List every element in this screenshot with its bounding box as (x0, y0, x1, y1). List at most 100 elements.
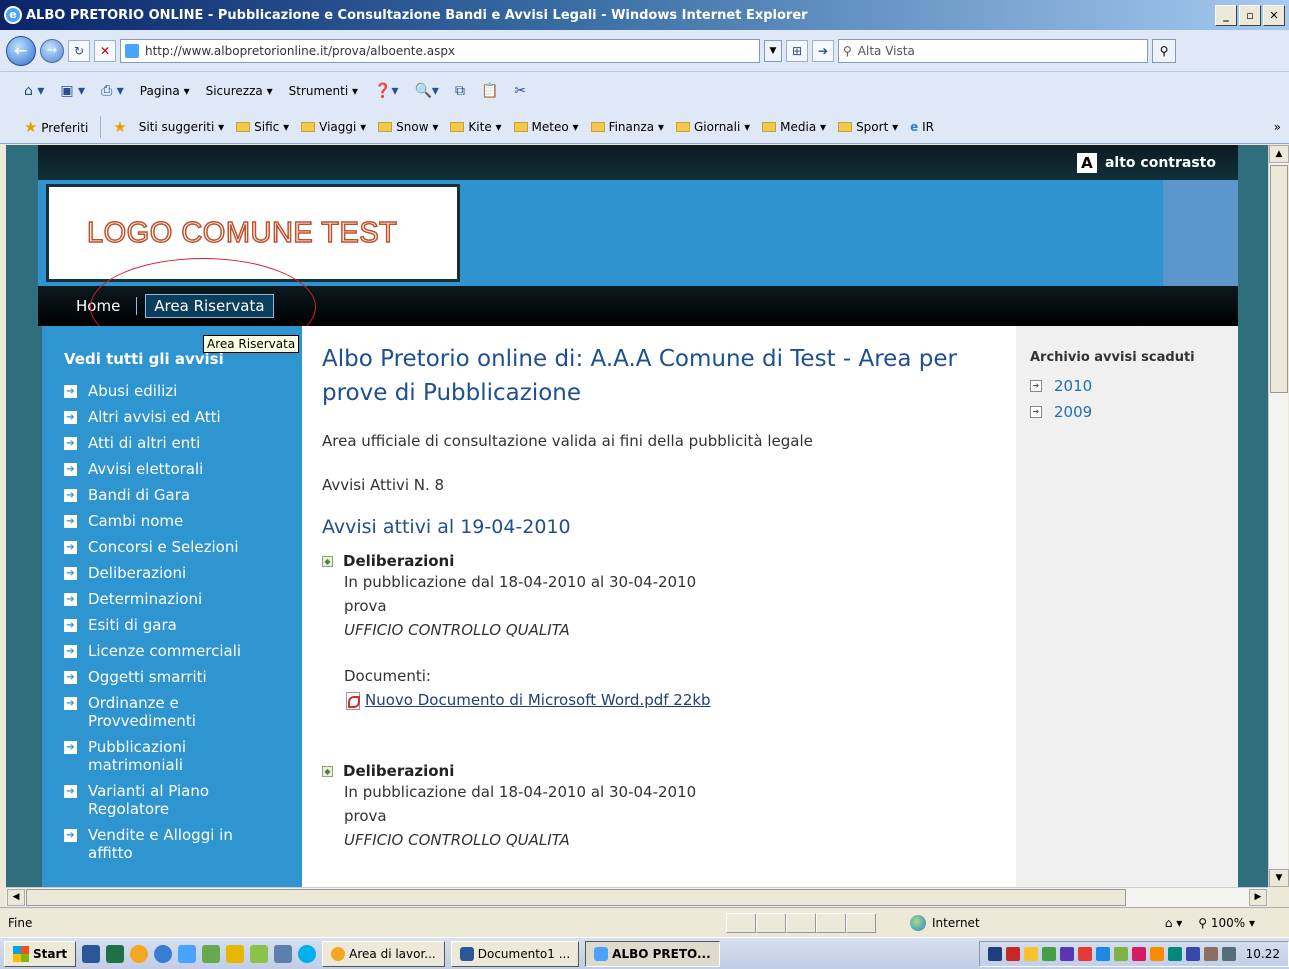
fav-folder-sific[interactable]: Sific ▾ (236, 120, 289, 134)
sidebar-item-avvisi-elettorali[interactable]: ➔ Avvisi elettorali (64, 460, 302, 478)
task-albo-pretorio[interactable]: ALBO PRETO... (585, 940, 720, 967)
fav-folder-giornali[interactable]: Giornali ▾ (676, 120, 750, 134)
scroll-up-button[interactable]: ▲ (1269, 145, 1289, 163)
tray-icon[interactable] (1167, 946, 1182, 961)
close-button[interactable]: ✕ (1263, 4, 1285, 26)
task-area-di-lavoro[interactable]: Area di lavor... (322, 940, 445, 967)
browser-icon[interactable] (154, 944, 173, 963)
fav-link-ir[interactable]: e IR (910, 120, 934, 134)
sidebar-item-esiti-di-gara[interactable]: ➔ Esiti di gara (64, 616, 302, 634)
document-link[interactable]: Nuovo Documento di Microsoft Word.pdf 22… (344, 688, 996, 712)
back-button[interactable]: ← (6, 35, 36, 66)
hscroll-thumb[interactable] (26, 889, 1126, 906)
archive-item-2009[interactable]: ➔ 2009 (1030, 403, 1224, 421)
tray-icon[interactable] (1041, 946, 1056, 961)
fav-folder-media[interactable]: Media ▾ (762, 120, 826, 134)
sidebar-item-bandi-di-gara[interactable]: ➔ Bandi di Gara (64, 486, 302, 504)
minimize-button[interactable]: _ (1215, 4, 1237, 26)
fav-folder-viaggi[interactable]: Viaggi ▾ (301, 120, 366, 134)
tray-icon[interactable] (1203, 946, 1218, 961)
sidebar-item-altri-avvisi[interactable]: ➔ Altri avvisi ed Atti (64, 408, 302, 426)
tray-icon[interactable] (1005, 946, 1020, 961)
vertical-scrollbar[interactable]: ▲ ▼ (1268, 145, 1289, 887)
maximize-button[interactable]: ▫ (1239, 4, 1261, 26)
go-button[interactable]: ➔ (812, 39, 834, 62)
task-documento1[interactable]: Documento1 ... (450, 940, 580, 967)
window-title-bar[interactable]: e ALBO PRETORIO ONLINE - Pubblicazione e… (0, 0, 1289, 30)
sidebar-item-pubblicazioni[interactable]: ➔ Pubblicazioni matrimoniali (64, 738, 302, 774)
sidebar-item-deliberazioni[interactable]: ➔ Deliberazioni (64, 564, 302, 582)
tray-icon[interactable] (1023, 946, 1038, 961)
high-contrast-link[interactable]: A alto contrasto (1076, 153, 1216, 173)
zoom-control[interactable]: ⚲ 100% ▾ (1198, 916, 1255, 930)
chevron-more-icon[interactable]: » (1274, 120, 1281, 134)
sidebar-item-abusi-edilizi[interactable]: ➔ Abusi edilizi (64, 382, 302, 400)
stop-button[interactable]: ✕ (94, 39, 116, 62)
clock[interactable]: 10.22 (1246, 947, 1280, 961)
security-zone[interactable]: Internet (876, 914, 1116, 931)
bullet-icon: ◆ (322, 555, 333, 567)
cmd-sicurezza[interactable]: Sicurezza ▾ (206, 84, 273, 98)
tray-icon[interactable] (1095, 946, 1110, 961)
scroll-thumb[interactable] (1270, 165, 1288, 393)
ie-icon[interactable] (178, 944, 197, 963)
sidebar-item-concorsi[interactable]: ➔ Concorsi e Selezioni (64, 538, 302, 556)
tray-icon[interactable] (1113, 946, 1128, 961)
address-input[interactable]: http://www.albopretorionline.it/prova/al… (120, 38, 760, 63)
sidebar-item-vendite[interactable]: ➔ Vendite e Alloggi in affitto (64, 826, 302, 862)
tray-icon[interactable] (1185, 946, 1200, 961)
protected-mode-icon[interactable]: ⌂ ▾ (1165, 916, 1182, 930)
scroll-left-button[interactable]: ◀ (7, 889, 25, 906)
scroll-right-button[interactable]: ▶ (1249, 889, 1267, 906)
horizontal-scrollbar[interactable]: ◀ ▶ (6, 887, 1268, 907)
tray-icon[interactable] (987, 946, 1002, 961)
search-button[interactable]: ⚲ (1152, 38, 1176, 63)
cut-icon[interactable]: ✂ (514, 83, 526, 99)
refresh-button[interactable]: ↻ (68, 39, 90, 62)
favorites-button[interactable]: ★ Preferiti (24, 118, 88, 136)
feeds-icon[interactable]: ▣ ▾ (60, 83, 85, 99)
sidebar-item-determinazioni[interactable]: ➔ Determinazioni (64, 590, 302, 608)
app-icon[interactable] (130, 944, 149, 963)
fav-folder-kite[interactable]: Kite ▾ (450, 120, 502, 134)
skype-icon[interactable] (298, 944, 317, 963)
address-dropdown-button[interactable]: ▼ (764, 39, 782, 62)
fav-link-siti-suggeriti[interactable]: Siti suggeriti ▾ (139, 120, 224, 134)
sidebar-item-varianti[interactable]: ➔ Varianti al Piano Regolatore (64, 782, 302, 818)
tray-icon[interactable] (1131, 946, 1146, 961)
sidebar-item-licenze[interactable]: ➔ Licenze commerciali (64, 642, 302, 660)
tray-icon[interactable] (1077, 946, 1092, 961)
fav-folder-meteo[interactable]: Meteo ▾ (513, 120, 579, 134)
sidebar-item-oggetti-smarriti[interactable]: ➔ Oggetti smarriti (64, 668, 302, 686)
tray-icon[interactable] (1221, 946, 1236, 961)
archive-item-2010[interactable]: ➔ 2010 (1030, 377, 1224, 395)
search-input[interactable]: ⚲ Alta Vista (838, 38, 1148, 63)
cmd-pagina[interactable]: Pagina ▾ (140, 84, 190, 98)
copy-icon[interactable]: ⧉ (455, 83, 465, 99)
home-icon[interactable]: ⌂ ▾ (24, 83, 44, 99)
forward-button[interactable]: → (40, 38, 64, 63)
sidebar-item-atti-altri-enti[interactable]: ➔ Atti di altri enti (64, 434, 302, 452)
cmd-strumenti[interactable]: Strumenti ▾ (289, 84, 358, 98)
clipboard-icon[interactable]: 📋 (481, 83, 498, 99)
sidebar-item-cambi-nome[interactable]: ➔ Cambi nome (64, 512, 302, 530)
research-icon[interactable]: 🔍▾ (415, 83, 439, 99)
desktop-icon[interactable] (274, 944, 293, 963)
compat-view-button[interactable]: ⊞ (786, 39, 808, 62)
print-icon[interactable]: ⎙ ▾ (101, 83, 124, 99)
tray-icon[interactable] (1149, 946, 1164, 961)
scroll-down-button[interactable]: ▼ (1269, 869, 1289, 887)
fav-folder-sport[interactable]: Sport ▾ (838, 120, 898, 134)
start-button[interactable]: Start (4, 940, 77, 967)
help-icon[interactable]: ❓▾ (374, 83, 398, 99)
fav-folder-finanza[interactable]: Finanza ▾ (590, 120, 664, 134)
explorer-icon[interactable] (202, 944, 221, 963)
tool-icon[interactable] (250, 944, 269, 963)
tray-icon[interactable] (1059, 946, 1074, 961)
fav-folder-snow[interactable]: Snow ▾ (378, 120, 438, 134)
sidebar-item-ordinanze[interactable]: ➔ Ordinanze e Provvedimenti (64, 694, 302, 730)
excel-icon[interactable] (106, 944, 125, 963)
add-favorite-icon[interactable]: ★ (113, 118, 126, 136)
word-icon[interactable] (82, 944, 101, 963)
folder-icon[interactable] (226, 944, 245, 963)
